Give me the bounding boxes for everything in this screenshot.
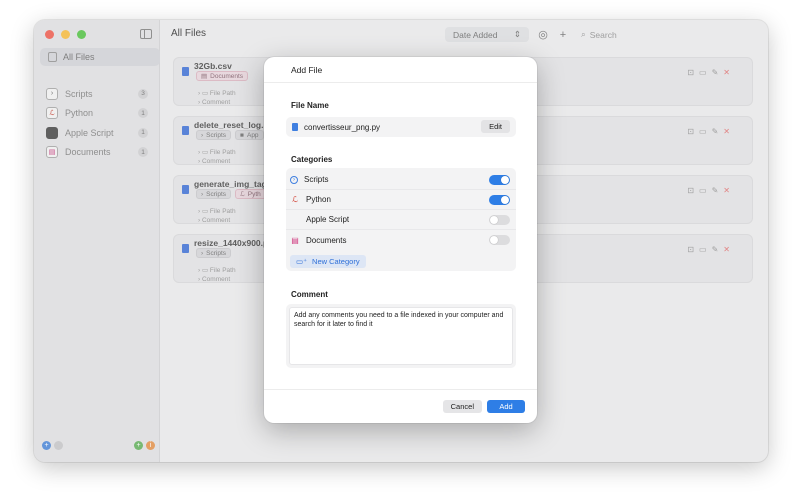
- category-label: Scripts: [304, 175, 329, 184]
- categories-label: Categories: [291, 155, 333, 164]
- edit-button[interactable]: Edit: [481, 120, 510, 133]
- category-label: Apple Script: [306, 215, 350, 224]
- file-icon: [292, 123, 298, 131]
- apple-script-toggle[interactable]: [489, 215, 510, 225]
- file-name-value: convertisseur_png.py: [304, 122, 381, 132]
- category-label: Python: [306, 195, 331, 204]
- comment-label: Comment: [291, 290, 328, 299]
- category-row-documents: ▤ Documents: [286, 230, 516, 250]
- new-category-label: New Category: [312, 257, 360, 266]
- add-file-dialog: Add File File Name convertisseur_png.py …: [264, 57, 537, 423]
- category-row-python: ℒ Python: [286, 190, 516, 210]
- file-name-field: convertisseur_png.py Edit: [286, 117, 516, 137]
- python-icon: ℒ: [292, 195, 298, 204]
- category-row-apple-script: Apple Script: [286, 210, 516, 230]
- cancel-button[interactable]: Cancel: [442, 400, 482, 413]
- add-button[interactable]: Add: [487, 400, 525, 413]
- documents-toggle[interactable]: [489, 235, 510, 245]
- category-label: Documents: [306, 235, 347, 245]
- new-folder-icon: ▭⁺: [296, 257, 308, 266]
- dialog-footer: Cancel Add: [264, 389, 537, 423]
- categories-list: › Scripts ℒ Python Apple Script ▤ Docume…: [286, 168, 516, 271]
- document-icon: ▤: [291, 235, 299, 245]
- category-row-scripts: › Scripts: [286, 170, 516, 190]
- file-name-label: File Name: [291, 101, 329, 110]
- comment-textarea[interactable]: Add any comments you need to a file inde…: [289, 307, 513, 365]
- terminal-icon: ›: [290, 175, 298, 184]
- applescript-icon: [290, 215, 300, 225]
- dialog-title: Add File: [264, 57, 537, 83]
- new-category-button[interactable]: ▭⁺ New Category: [290, 255, 366, 268]
- python-toggle[interactable]: [489, 195, 510, 205]
- scripts-toggle[interactable]: [489, 175, 510, 185]
- comment-container: Add any comments you need to a file inde…: [286, 304, 516, 368]
